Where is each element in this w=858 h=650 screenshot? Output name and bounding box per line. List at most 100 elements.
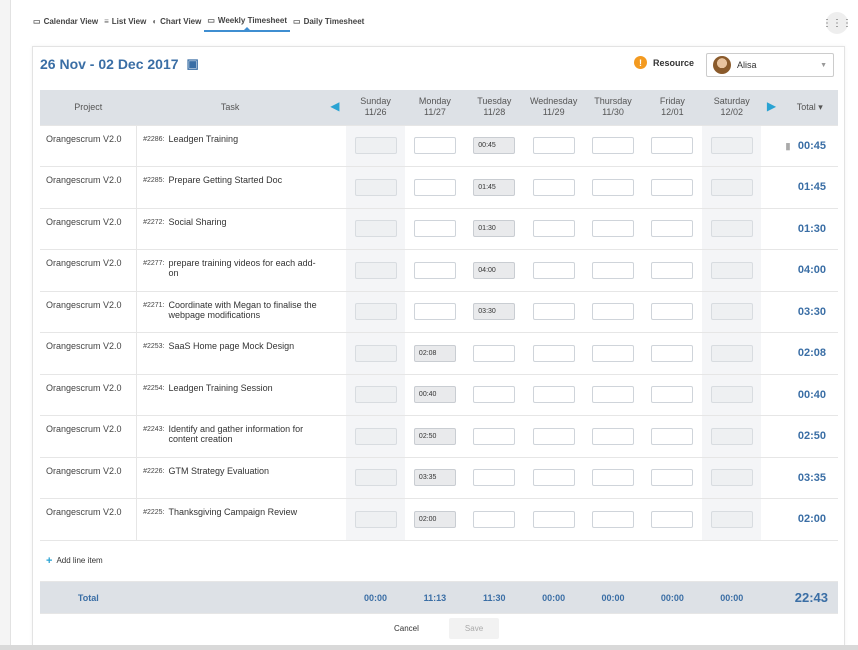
hours-input[interactable] [651, 386, 694, 404]
hours-input[interactable] [651, 137, 694, 155]
task-id[interactable]: #2226: [143, 466, 164, 477]
resource-select[interactable]: Alisa ▼ [706, 53, 834, 77]
hours-input[interactable] [473, 344, 516, 362]
hours-input[interactable] [710, 178, 753, 196]
hours-input[interactable] [592, 427, 634, 445]
hours-input[interactable] [710, 261, 753, 279]
hours-input[interactable] [592, 386, 634, 404]
hours-input[interactable] [651, 220, 694, 238]
tab-list-view[interactable]: ≡ List View [101, 10, 149, 32]
hours-input[interactable] [413, 303, 456, 321]
task-id[interactable]: #2243: [143, 424, 164, 444]
cancel-button[interactable]: Cancel [384, 618, 429, 639]
task-id[interactable]: #2277: [143, 258, 164, 278]
hours-input[interactable] [413, 178, 456, 196]
apps-grid-icon[interactable]: ⋮⋮⋮ [822, 12, 852, 34]
hours-input[interactable] [413, 220, 456, 238]
calendar-icon[interactable]: ▣ [187, 56, 199, 72]
tab-daily-timesheet[interactable]: ▭ Daily Timesheet [290, 10, 367, 32]
task-id[interactable]: #2225: [143, 507, 164, 518]
hours-input[interactable]: 01:30 [473, 220, 516, 238]
hours-input[interactable] [592, 137, 634, 155]
task-name[interactable]: Leadgen Training [169, 134, 239, 145]
hours-input[interactable]: 00:45 [473, 137, 516, 155]
hours-input[interactable]: 02:08 [413, 344, 456, 362]
hours-input[interactable] [592, 178, 634, 196]
hours-input[interactable] [710, 303, 753, 321]
hours-input[interactable] [532, 427, 575, 445]
hours-input[interactable]: 03:35 [413, 469, 456, 487]
hours-input[interactable] [651, 510, 694, 528]
hours-input[interactable] [592, 510, 634, 528]
hours-input[interactable] [354, 344, 397, 362]
hours-input[interactable] [354, 303, 397, 321]
hours-input[interactable] [651, 344, 694, 362]
hours-input[interactable] [413, 261, 456, 279]
task-id[interactable]: #2286: [143, 134, 164, 145]
hours-input[interactable] [651, 178, 694, 196]
hours-input[interactable] [592, 344, 634, 362]
hours-input[interactable] [354, 220, 397, 238]
hours-input[interactable] [473, 510, 516, 528]
hours-input[interactable] [532, 261, 575, 279]
hours-input[interactable]: 00:40 [413, 386, 456, 404]
hours-input[interactable] [651, 469, 694, 487]
hours-input[interactable] [532, 137, 575, 155]
hours-input[interactable] [354, 261, 397, 279]
hours-input[interactable] [592, 220, 634, 238]
hours-input[interactable] [710, 220, 753, 238]
task-id[interactable]: #2254: [143, 383, 164, 394]
hours-input[interactable] [592, 303, 634, 321]
prev-week-button[interactable]: ◀ [323, 90, 346, 126]
hours-input[interactable] [651, 303, 694, 321]
hours-input[interactable] [354, 178, 397, 196]
hours-input[interactable] [710, 344, 753, 362]
hours-input[interactable] [532, 303, 575, 321]
hours-input[interactable] [532, 178, 575, 196]
task-name[interactable]: Prepare Getting Started Doc [169, 175, 283, 186]
task-id[interactable]: #2253: [143, 341, 164, 352]
hours-input[interactable] [710, 469, 753, 487]
hours-input[interactable] [532, 220, 575, 238]
hours-input[interactable] [710, 386, 753, 404]
hours-input[interactable] [354, 137, 397, 155]
hours-input[interactable] [532, 344, 575, 362]
hours-input[interactable] [592, 261, 634, 279]
next-week-button[interactable]: ▶ [761, 90, 782, 126]
hours-input[interactable] [710, 510, 753, 528]
task-name[interactable]: Coordinate with Megan to finalise the we… [169, 300, 318, 320]
task-name[interactable]: SaaS Home page Mock Design [169, 341, 295, 352]
hours-input[interactable] [354, 386, 397, 404]
hours-input[interactable]: 04:00 [473, 261, 516, 279]
task-name[interactable]: GTM Strategy Evaluation [169, 466, 270, 477]
hours-input[interactable]: 02:00 [413, 510, 456, 528]
tab-chart-view[interactable]: ◐ Chart View [149, 10, 204, 32]
task-id[interactable]: #2285: [143, 175, 164, 186]
hours-input[interactable] [354, 469, 397, 487]
task-name[interactable]: Social Sharing [169, 217, 227, 228]
hours-input[interactable] [354, 427, 397, 445]
hours-input[interactable] [592, 469, 634, 487]
hours-input[interactable] [532, 510, 575, 528]
hours-input[interactable] [473, 427, 516, 445]
tab-weekly-timesheet[interactable]: ▭ Weekly Timesheet [204, 10, 290, 32]
hours-input[interactable] [532, 386, 575, 404]
hours-input[interactable] [473, 386, 516, 404]
tab-calendar-view[interactable]: ▭ Calendar View [30, 10, 101, 32]
hours-input[interactable] [473, 469, 516, 487]
hours-input[interactable] [710, 427, 753, 445]
hours-input[interactable]: 03:30 [473, 303, 516, 321]
task-name[interactable]: prepare training videos for each add-on [169, 258, 318, 278]
task-id[interactable]: #2272: [143, 217, 164, 228]
task-name[interactable]: Identify and gather information for cont… [169, 424, 318, 444]
task-name[interactable]: Leadgen Training Session [169, 383, 273, 394]
hours-input[interactable] [651, 261, 694, 279]
save-button[interactable]: Save [448, 618, 500, 639]
info-icon[interactable]: ! [634, 56, 647, 69]
add-line-item-button[interactable]: + Add line item [40, 555, 838, 567]
task-name[interactable]: Thanksgiving Campaign Review [169, 507, 298, 518]
hours-input[interactable] [413, 137, 456, 155]
hours-input[interactable] [651, 427, 694, 445]
task-id[interactable]: #2271: [143, 300, 164, 320]
hours-input[interactable]: 01:45 [473, 178, 516, 196]
